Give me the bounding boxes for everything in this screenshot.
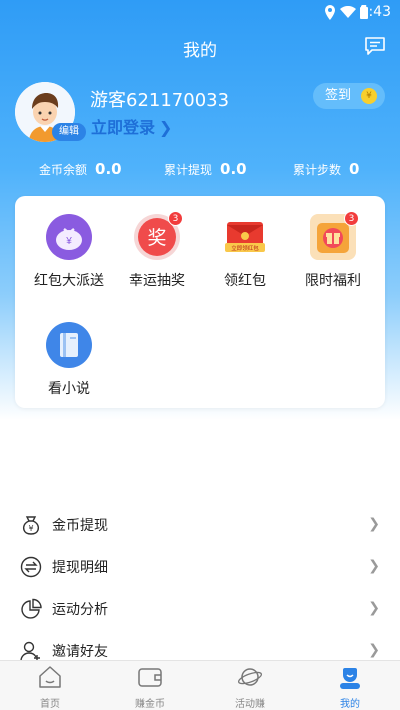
sign-in-label: 签到 [325,88,352,103]
feature-label: 领红包 [224,273,266,289]
location-icon [325,5,335,20]
notification-badge: 3 [344,211,359,226]
notification-badge: 3 [168,211,183,226]
lottery-glyph: 奖 [147,227,166,249]
stat-coin-balance: 金币余额 0.0 [39,160,122,180]
tab-label: 我的 [340,699,360,710]
menu-item-coin-withdraw[interactable]: ¥ 金币提现 ❯ [0,504,400,546]
chevron-right-icon: ❯ [159,118,173,137]
coin-withdraw-icon: ¥ [22,516,40,535]
profile-icon [340,668,360,689]
chevron-right-icon: ❯ [368,516,380,532]
red-envelope-icon: 立即领红包 [222,214,268,260]
tab-mine[interactable]: 我的 [300,664,400,710]
menu-label: 运动分析 [52,602,108,618]
login-label: 立即登录 [91,118,156,137]
bottom-tab-bar: 首页 赚金币 活动赚 我的 [0,660,400,710]
feature-claim-red-packet[interactable]: 立即领红包 领红包 [199,214,291,290]
message-icon[interactable] [364,36,386,56]
feature-label: 限时福利 [305,273,361,289]
stat-value: 0.0 [95,160,122,178]
edit-profile-button[interactable]: 编辑 [52,123,86,141]
planet-icon [237,668,263,686]
sign-in-button[interactable]: 签到 ¥ [313,83,385,109]
feature-label: 看小说 [48,381,90,397]
add-user-icon [20,641,40,662]
chevron-right-icon: ❯ [368,558,380,574]
feature-read-novels[interactable]: 看小说 [23,322,115,398]
tab-home[interactable]: 首页 [0,664,100,710]
gift-box-icon: 3 [310,211,359,260]
tab-label: 赚金币 [135,699,165,710]
menu-label: 提现明细 [52,560,108,576]
tab-label: 活动赚 [235,699,265,710]
feature-lucky-draw[interactable]: 奖 3 幸运抽奖 [111,211,203,290]
tab-label: 首页 [40,699,60,710]
exchange-icon [20,556,42,578]
stat-label: 金币余额 [39,163,88,177]
svg-text:¥: ¥ [65,236,72,247]
username: 游客621170033 [90,90,230,111]
tab-earn-coins[interactable]: 赚金币 [100,664,200,710]
feature-grid-card: ¥ 红包大派送 奖 3 幸运抽奖 立即领红包 领红包 3 限时福利 看小说 [15,196,385,408]
feature-label: 红包大派送 [34,273,104,289]
svg-text:¥: ¥ [28,524,33,533]
page-title: 我的 [183,41,217,61]
feature-label: 幸运抽奖 [129,273,185,289]
stat-total-steps: 累计步数 0 [293,160,359,180]
book-icon [46,322,92,368]
menu-label: 金币提现 [52,518,108,534]
wifi-icon [340,6,356,18]
coin-icon: ¥ [361,88,377,104]
status-bar: 5:43 [0,0,400,26]
stat-label: 累计提现 [164,163,213,177]
home-icon [39,666,61,688]
stat-total-withdrawn: 累计提现 0.0 [164,160,247,180]
wallet-icon [138,668,162,687]
feature-red-packet-giveaway[interactable]: ¥ 红包大派送 [23,214,115,290]
stat-value: 0.0 [220,160,247,178]
login-link[interactable]: 立即登录 ❯ [91,114,172,138]
stat-value: 0 [349,160,360,178]
chevron-right-icon: ❯ [368,642,380,658]
red-envelope-text: 立即领红包 [231,244,259,252]
menu-label: 邀请好友 [52,644,108,660]
menu-item-withdraw-details[interactable]: 提现明细 ❯ [0,546,400,588]
stat-label: 累计步数 [293,163,342,177]
tab-activity-earn[interactable]: 活动赚 [200,664,300,710]
clock: 5:43 [359,4,391,20]
menu-item-exercise-analysis[interactable]: 运动分析 ❯ [0,588,400,630]
chevron-right-icon: ❯ [368,600,380,616]
pie-chart-icon [21,598,42,619]
feature-limited-time-benefit[interactable]: 3 限时福利 [287,211,379,290]
lottery-icon: 奖 3 [134,211,183,260]
red-packet-bag-icon: ¥ [46,214,92,260]
